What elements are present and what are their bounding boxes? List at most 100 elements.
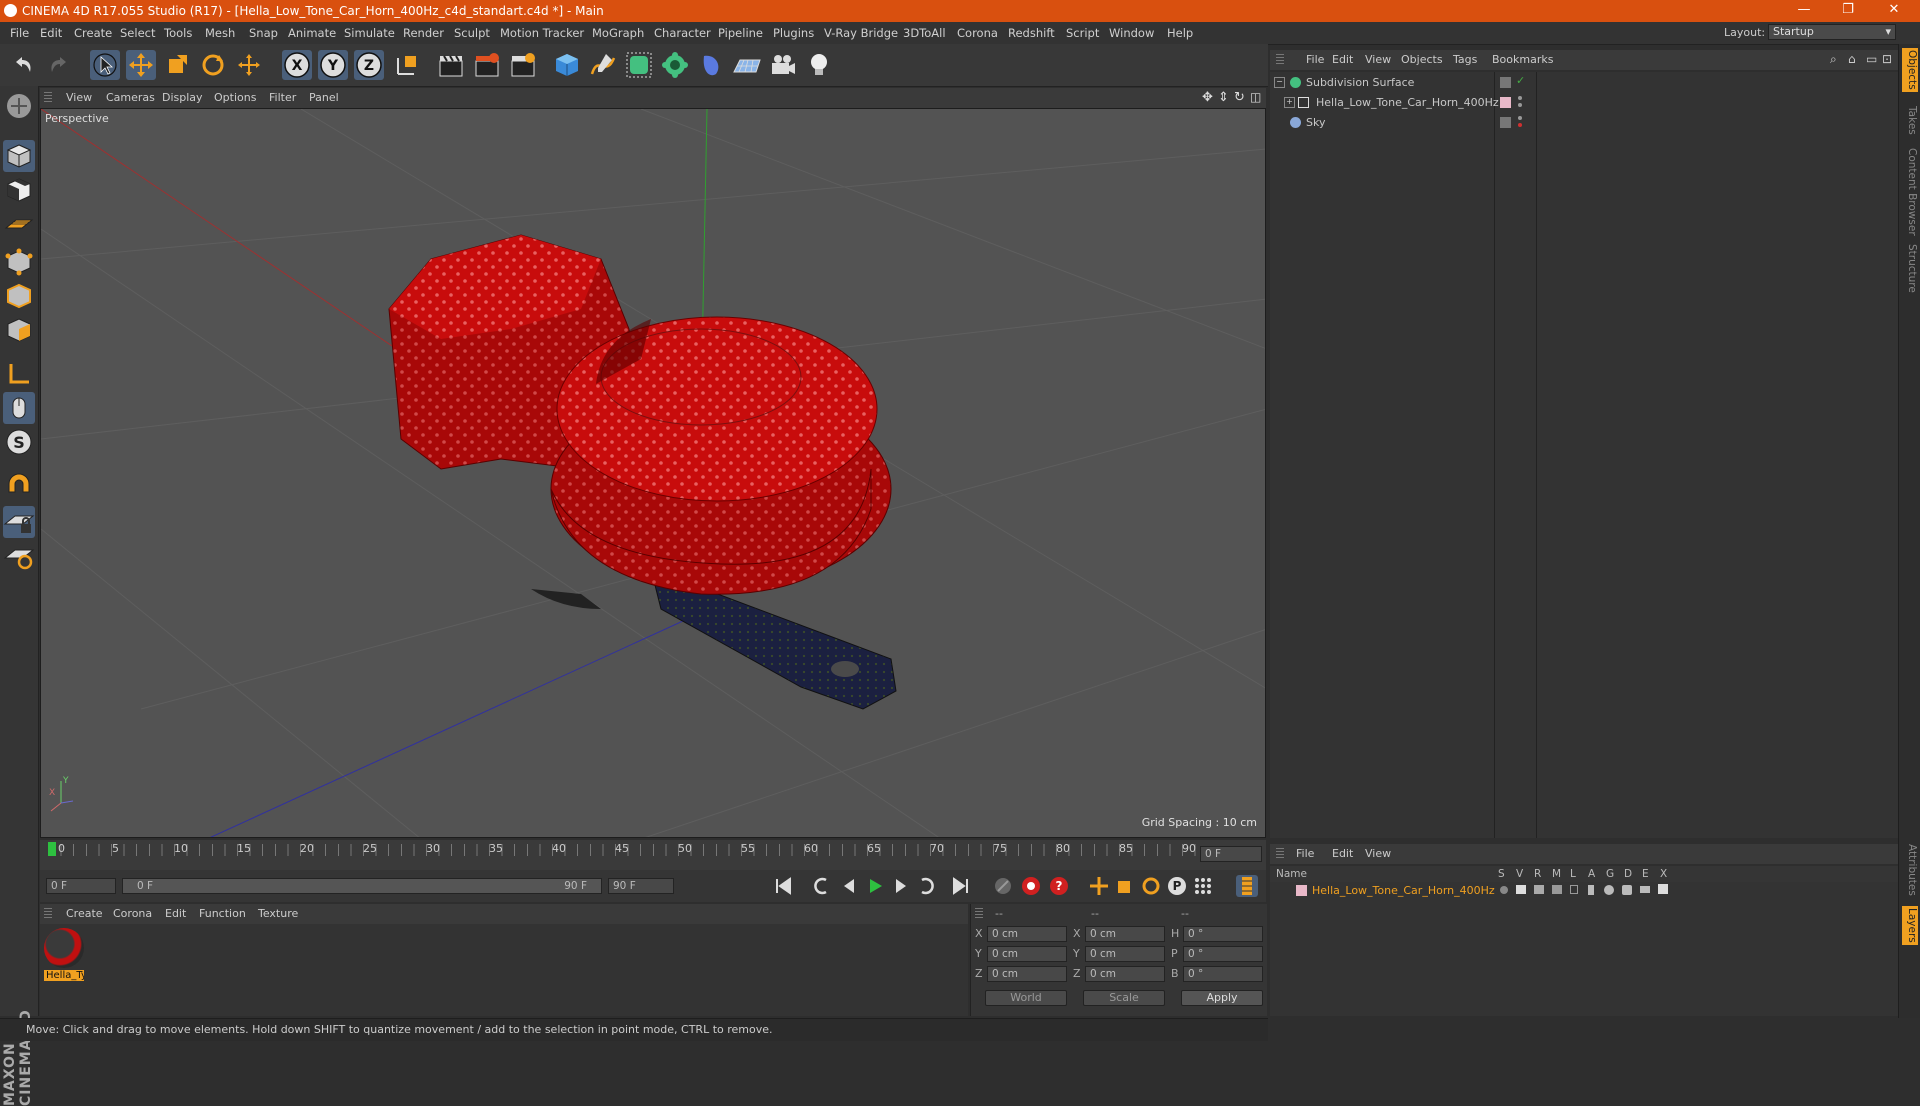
cube-primitive-button[interactable] [552, 50, 582, 80]
playhead-marker[interactable] [48, 842, 56, 856]
menu-redshift[interactable]: Redshift [1008, 26, 1055, 40]
floor-button[interactable] [732, 50, 762, 80]
object-menu-bookmarks[interactable]: Bookmarks [1492, 53, 1553, 66]
autokey-button[interactable] [1020, 875, 1042, 897]
timeline-window-button[interactable] [1236, 875, 1258, 897]
end-frame-field[interactable]: 90 F [608, 878, 674, 894]
object-menu-edit[interactable]: Edit [1332, 53, 1353, 66]
tab-objects[interactable]: Objects [1902, 48, 1918, 92]
render-dot-icon[interactable] [1518, 123, 1522, 127]
magnet-button[interactable] [3, 470, 35, 502]
menu-sculpt[interactable]: Sculpt [454, 26, 490, 40]
menu-3dtoall[interactable]: 3DToAll [903, 26, 946, 40]
object-row-subdivision-surface[interactable]: − Subdivision Surface ✓ [1270, 74, 1898, 92]
object-row-sky[interactable]: Sky [1270, 114, 1898, 132]
pen-spline-button[interactable] [588, 50, 618, 80]
lock-icon[interactable] [1570, 885, 1578, 894]
menu-select[interactable]: Select [120, 26, 155, 40]
object-menu-file[interactable]: File [1306, 53, 1324, 66]
search-icon[interactable]: ⌕ [1830, 52, 1837, 67]
size-y-field[interactable]: 0 cm [1085, 946, 1165, 962]
material-menu-create[interactable]: Create [66, 907, 103, 920]
eye-icon[interactable] [1516, 885, 1526, 894]
polygons-mode-button[interactable] [3, 314, 35, 346]
home-icon[interactable]: ⌂ [1848, 52, 1856, 66]
layout-select[interactable]: Startup ▾ [1768, 24, 1896, 40]
viewport-menu-options[interactable]: Options [214, 91, 256, 104]
material-menu-corona[interactable]: Corona [113, 907, 152, 920]
timeline-ruler[interactable]: 0 5 10 15 20 25 30 35 40 45 50 55 60 65 … [40, 840, 1266, 870]
visibility-dot-icon[interactable] [1518, 96, 1522, 100]
layer-menu-view[interactable]: View [1365, 847, 1391, 860]
generator-icon[interactable] [1604, 885, 1614, 895]
next-key-button[interactable] [916, 875, 938, 897]
position-x-field[interactable]: 0 cm [987, 926, 1067, 942]
menu-snap[interactable]: Snap [249, 26, 278, 40]
material-menu-edit[interactable]: Edit [165, 907, 186, 920]
next-frame-button[interactable] [890, 875, 912, 897]
toggle-view-icon[interactable]: ◫ [1250, 90, 1261, 104]
tab-attributes[interactable]: Attributes [1902, 844, 1918, 896]
camera-button[interactable] [768, 50, 798, 80]
material-menu-function[interactable]: Function [199, 907, 246, 920]
subdivision-surface-button[interactable] [624, 50, 654, 80]
viewport-menu-cameras[interactable]: Cameras [106, 91, 155, 104]
viewport-perspective[interactable]: Y X Perspective Grid Spacing : 10 cm [40, 108, 1266, 838]
material-menu-texture[interactable]: Texture [258, 907, 298, 920]
play-button[interactable] [864, 875, 886, 897]
light-button[interactable] [804, 50, 834, 80]
material-item[interactable]: Hella_Ty [44, 928, 84, 984]
key-rotation-button[interactable] [1140, 875, 1162, 897]
frame-range-slider[interactable]: 0 F 90 F [122, 878, 602, 894]
size-mode-select[interactable]: Scale [1083, 990, 1165, 1006]
model-mode-button[interactable] [3, 140, 35, 172]
rotation-b-field[interactable]: 0 ° [1183, 966, 1263, 982]
key-scale-button[interactable] [1114, 875, 1136, 897]
planar-workplane-button[interactable] [3, 540, 35, 572]
object-menu-tags[interactable]: Tags [1453, 53, 1477, 66]
current-frame-field[interactable]: 0 F [1200, 846, 1262, 862]
maximize-button[interactable]: ❐ [1828, 2, 1868, 20]
render-view-button[interactable] [436, 50, 466, 80]
tab-content-browser[interactable]: Content Browser [1902, 148, 1918, 236]
workplane-mode-button[interactable] [3, 208, 35, 240]
menu-help[interactable]: Help [1167, 26, 1193, 40]
close-button[interactable]: ✕ [1874, 2, 1914, 20]
rotate-tool-button[interactable] [198, 50, 228, 80]
object-row-horn[interactable]: + Hella_Low_Tone_Car_Horn_400Hz [1270, 94, 1898, 112]
menu-edit[interactable]: Edit [40, 26, 62, 40]
record-keys-button[interactable] [992, 875, 1014, 897]
start-frame-field[interactable]: 0 F [46, 878, 116, 894]
render-dot-icon[interactable] [1518, 103, 1522, 107]
texture-mode-button[interactable] [3, 174, 35, 206]
menu-window[interactable]: Window [1109, 26, 1154, 40]
menu-script[interactable]: Script [1066, 26, 1099, 40]
live-selection-button[interactable] [90, 50, 120, 80]
apply-button[interactable]: Apply [1181, 990, 1263, 1006]
xref-icon[interactable] [1658, 884, 1668, 894]
size-z-field[interactable]: 0 cm [1085, 966, 1165, 982]
minimize-button[interactable]: — [1784, 2, 1824, 20]
move-tool-button[interactable] [126, 50, 156, 80]
z-axis-lock-button[interactable]: Z [354, 50, 384, 80]
new-view-icon[interactable]: ▭ [1866, 52, 1877, 66]
menu-motion-tracker[interactable]: Motion Tracker [500, 26, 584, 40]
tab-takes[interactable]: Takes [1902, 106, 1918, 135]
object-menu-objects[interactable]: Objects [1401, 53, 1443, 66]
menu-vray-bridge[interactable]: V-Ray Bridge [824, 26, 898, 40]
object-menu-view[interactable]: View [1365, 53, 1391, 66]
visibility-dot-icon[interactable] [1518, 116, 1522, 120]
menu-pipeline[interactable]: Pipeline [718, 26, 763, 40]
y-axis-lock-button[interactable]: Y [318, 50, 348, 80]
viewport-menu-filter[interactable]: Filter [269, 91, 296, 104]
menu-mograph[interactable]: MoGraph [592, 26, 644, 40]
expand-toggle-icon[interactable]: + [1284, 97, 1295, 108]
previous-key-button[interactable] [810, 875, 832, 897]
key-position-button[interactable] [1088, 875, 1110, 897]
collapse-toggle-icon[interactable]: − [1274, 77, 1285, 88]
undo-button[interactable] [8, 50, 38, 80]
rotate-view-icon[interactable]: ↻ [1234, 90, 1245, 105]
layer-row[interactable]: Hella_Low_Tone_Car_Horn_400Hz [1270, 882, 1898, 900]
menu-mesh[interactable]: Mesh [205, 26, 235, 40]
locked-workplane-button[interactable] [3, 506, 35, 538]
